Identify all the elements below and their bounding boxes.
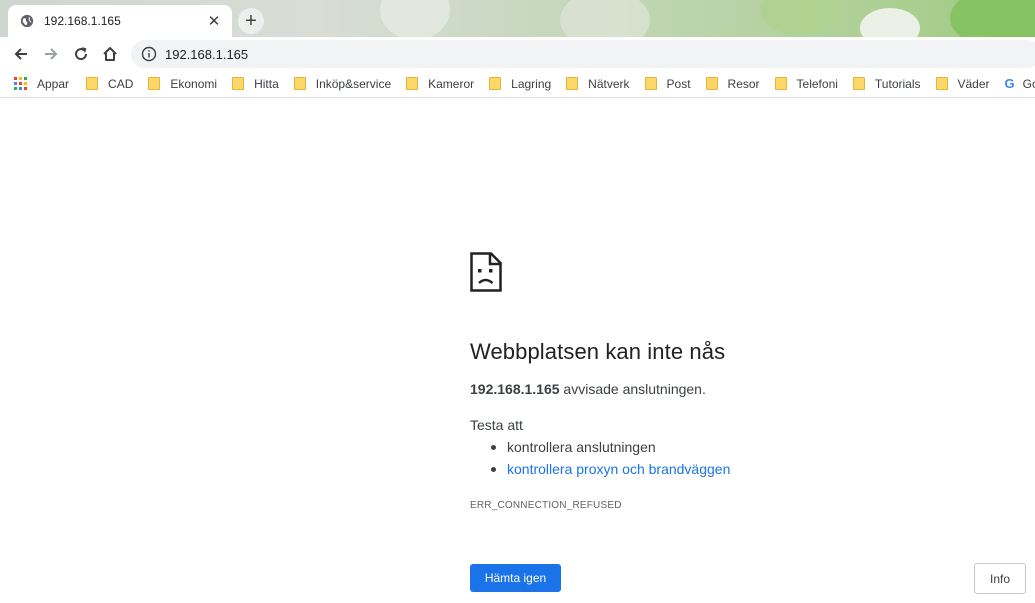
bookmark-label: Ekonomi bbox=[170, 76, 218, 91]
bookmark-folder[interactable]: Kameror bbox=[406, 77, 474, 91]
folder-icon bbox=[406, 77, 419, 90]
folder-icon bbox=[852, 77, 865, 90]
suggestions-list: kontrollera anslutningen kontrollera pro… bbox=[488, 439, 730, 483]
back-arrow-icon bbox=[14, 48, 27, 60]
active-tab[interactable]: 192.168.1.165 ✕ bbox=[8, 5, 232, 37]
tab-strip: 192.168.1.165 ✕ + bbox=[0, 0, 1035, 37]
bookmark-label: Nätverk bbox=[588, 76, 630, 91]
info-icon[interactable] bbox=[141, 46, 157, 62]
wallpaper-decoration bbox=[950, 0, 1035, 37]
bookmark-apps[interactable]: Appar bbox=[14, 77, 69, 91]
home-icon bbox=[103, 47, 117, 61]
error-summary-text: avvisade anslutningen. bbox=[559, 381, 706, 397]
bookmark-label: Hitta bbox=[254, 76, 279, 91]
apps-grid-icon bbox=[14, 77, 27, 90]
folder-icon bbox=[774, 77, 787, 90]
reload-button[interactable] bbox=[67, 40, 95, 68]
bookmark-label: Lagring bbox=[511, 76, 552, 91]
wallpaper-decoration bbox=[380, 0, 450, 37]
folder-icon bbox=[232, 77, 245, 90]
home-button[interactable] bbox=[96, 40, 124, 68]
error-page: Webbplatsen kan inte nås 192.168.1.165 a… bbox=[0, 99, 1035, 603]
bookmark-label: Google bbox=[1022, 76, 1035, 91]
bookmark-folder[interactable]: Tutorials bbox=[852, 76, 921, 91]
folder-icon bbox=[705, 77, 718, 90]
bookmark-folder[interactable]: Hitta bbox=[232, 77, 279, 91]
bookmark-folder[interactable]: Nätverk bbox=[566, 76, 630, 91]
bookmark-folder[interactable]: Post bbox=[644, 76, 691, 91]
folder-icon bbox=[644, 77, 657, 90]
suggestion-check-connection: kontrollera anslutningen bbox=[488, 439, 730, 461]
bookmark-folder[interactable]: Väder bbox=[935, 76, 990, 91]
sad-page-icon bbox=[470, 252, 502, 292]
bookmark-folder[interactable]: Inköp&service bbox=[293, 76, 392, 91]
folder-icon bbox=[935, 77, 948, 90]
bookmark-label: CAD bbox=[108, 76, 134, 91]
bookmark-folder[interactable]: Ekonomi bbox=[148, 77, 217, 91]
bookmark-label: Post bbox=[666, 76, 691, 91]
bookmark-label: Telefoni bbox=[796, 76, 838, 91]
folder-icon bbox=[566, 77, 579, 90]
google-icon: G bbox=[1004, 76, 1015, 91]
forward-arrow-icon bbox=[45, 48, 58, 60]
toolbar: 192.168.1.165 bbox=[0, 37, 1035, 70]
bookmark-label: Appar bbox=[37, 76, 70, 91]
bookmark-google[interactable]: G Google bbox=[1005, 76, 1035, 91]
bookmark-label: Resor bbox=[727, 76, 760, 91]
reload-icon bbox=[75, 47, 88, 61]
bookmark-folder[interactable]: Lagring bbox=[489, 77, 551, 91]
folder-icon bbox=[293, 77, 306, 90]
error-heading: Webbplatsen kan inte nås bbox=[470, 339, 726, 364]
error-host: 192.168.1.165 bbox=[470, 381, 560, 397]
wallpaper-decoration bbox=[760, 0, 840, 35]
folder-icon bbox=[148, 77, 161, 90]
error-code: ERR_CONNECTION_REFUSED bbox=[470, 500, 622, 511]
bookmark-label: Kameror bbox=[428, 76, 475, 91]
bookmark-folder[interactable]: Telefoni bbox=[774, 76, 838, 91]
wallpaper-decoration bbox=[560, 0, 650, 37]
bookmark-folder[interactable]: Resor bbox=[705, 76, 760, 91]
globe-icon bbox=[20, 14, 34, 28]
folder-icon bbox=[489, 77, 502, 90]
reload-page-button[interactable]: Hämta igen bbox=[470, 564, 561, 592]
wallpaper-decoration bbox=[860, 8, 920, 37]
details-button[interactable]: Info bbox=[974, 563, 1026, 594]
forward-button[interactable] bbox=[37, 40, 65, 68]
close-tab-icon[interactable]: ✕ bbox=[206, 13, 222, 29]
bookmark-label: Väder bbox=[957, 76, 990, 91]
bookmark-label: Tutorials bbox=[874, 76, 921, 91]
new-tab-button[interactable]: + bbox=[238, 8, 264, 34]
bookmark-folder[interactable]: CAD bbox=[86, 77, 133, 91]
address-bar[interactable]: 192.168.1.165 bbox=[131, 40, 1035, 68]
address-text[interactable]: 192.168.1.165 bbox=[165, 47, 248, 62]
back-button[interactable] bbox=[7, 40, 35, 68]
bookmark-label: Inköp&service bbox=[315, 76, 392, 91]
try-label: Testa att bbox=[470, 417, 523, 433]
folder-icon bbox=[86, 77, 99, 90]
suggestion-check-proxy-link[interactable]: kontrollera proxyn och brandväggen bbox=[488, 461, 730, 483]
error-summary: 192.168.1.165 avvisade anslutningen. bbox=[470, 381, 706, 397]
bookmarks-bar: Appar CAD Ekonomi Hitta Inköp&service Ka… bbox=[0, 70, 1035, 98]
tab-title: 192.168.1.165 bbox=[44, 14, 121, 28]
